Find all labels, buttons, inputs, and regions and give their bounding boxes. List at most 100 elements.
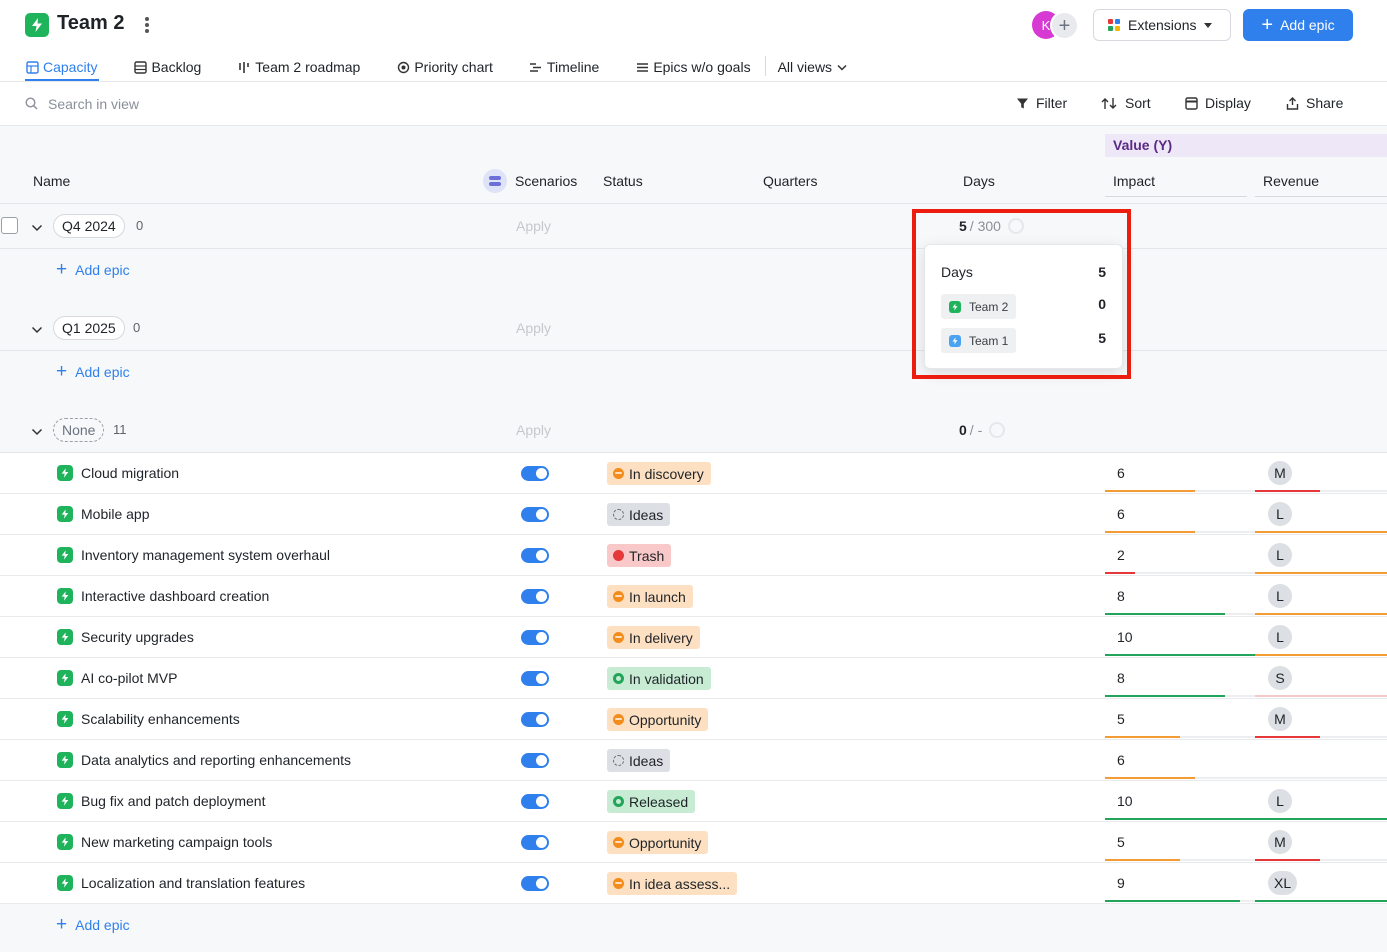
table-row[interactable]: Mobile app Ideas 6 L bbox=[0, 494, 1387, 535]
status-badge[interactable]: In validation bbox=[607, 667, 711, 690]
epic-name[interactable]: Bug fix and patch deployment bbox=[81, 793, 265, 809]
revenue-chip[interactable]: M bbox=[1268, 461, 1292, 485]
tab-priority-chart[interactable]: Priority chart bbox=[396, 56, 493, 78]
epic-name[interactable]: Security upgrades bbox=[81, 629, 194, 645]
tab-team-2-roadmap[interactable]: Team 2 roadmap bbox=[237, 56, 360, 78]
table-row[interactable]: Inventory management system overhaul Tras… bbox=[0, 535, 1387, 576]
status-badge[interactable]: Opportunity bbox=[607, 708, 709, 731]
status-badge[interactable]: In delivery bbox=[607, 626, 700, 649]
epic-name[interactable]: New marketing campaign tools bbox=[81, 834, 272, 850]
scenario-toggle[interactable] bbox=[521, 507, 549, 522]
impact-value[interactable]: 9 bbox=[1117, 875, 1125, 891]
scenario-toggle[interactable] bbox=[521, 753, 549, 768]
impact-value[interactable]: 6 bbox=[1117, 465, 1125, 481]
impact-value[interactable]: 5 bbox=[1117, 711, 1125, 727]
impact-value[interactable]: 6 bbox=[1117, 506, 1125, 522]
days-capacity[interactable]: 0 / - bbox=[959, 422, 1006, 438]
revenue-chip[interactable]: L bbox=[1268, 789, 1292, 813]
apply-button[interactable]: Apply bbox=[516, 218, 551, 234]
all-views-dropdown[interactable]: All views bbox=[778, 56, 853, 78]
table-row[interactable]: Cloud migration In discovery 6 M bbox=[0, 453, 1387, 494]
epic-name[interactable]: Data analytics and reporting enhancement… bbox=[81, 752, 351, 768]
search-input[interactable] bbox=[48, 94, 348, 114]
apply-button[interactable]: Apply bbox=[516, 422, 551, 438]
epic-name[interactable]: Scalability enhancements bbox=[81, 711, 240, 727]
epic-name[interactable]: Mobile app bbox=[81, 506, 150, 522]
add-epic-link[interactable]: + Add epic bbox=[56, 362, 130, 381]
revenue-chip[interactable]: M bbox=[1268, 707, 1292, 731]
status-badge[interactable]: Ideas bbox=[607, 503, 671, 526]
group-pill[interactable]: Q4 2024 bbox=[53, 214, 125, 238]
revenue-chip[interactable]: S bbox=[1268, 666, 1292, 690]
status-badge[interactable]: Ideas bbox=[607, 749, 671, 772]
scenario-toggle[interactable] bbox=[521, 630, 549, 645]
table-row[interactable]: Data analytics and reporting enhancement… bbox=[0, 740, 1387, 781]
epic-name[interactable]: AI co-pilot MVP bbox=[81, 670, 177, 686]
chevron-down-icon[interactable] bbox=[31, 219, 43, 235]
more-options-icon[interactable] bbox=[140, 14, 154, 36]
revenue-chip[interactable]: XL bbox=[1268, 871, 1298, 895]
impact-value[interactable]: 8 bbox=[1117, 670, 1125, 686]
column-name[interactable]: Name bbox=[33, 173, 70, 189]
revenue-chip[interactable]: L bbox=[1268, 502, 1292, 526]
tab-epics-wo-goals[interactable]: Epics w/o goals bbox=[635, 56, 751, 78]
table-row[interactable]: Security upgrades In delivery 10 L bbox=[0, 617, 1387, 658]
status-badge[interactable]: In launch bbox=[607, 585, 693, 608]
scenario-toggle[interactable] bbox=[521, 589, 549, 604]
scenario-toggle[interactable] bbox=[521, 466, 549, 481]
extensions-button[interactable]: Extensions bbox=[1093, 9, 1231, 41]
scenario-toggle[interactable] bbox=[521, 794, 549, 809]
revenue-chip[interactable]: L bbox=[1268, 584, 1292, 608]
scenario-toggle[interactable] bbox=[521, 712, 549, 727]
impact-value[interactable]: 10 bbox=[1117, 629, 1133, 645]
revenue-chip[interactable]: M bbox=[1268, 830, 1292, 854]
scenario-toggle[interactable] bbox=[521, 548, 549, 563]
epic-name[interactable]: Interactive dashboard creation bbox=[81, 588, 269, 604]
add-member-icon[interactable]: + bbox=[1050, 11, 1079, 40]
add-epic-link[interactable]: + Add epic bbox=[56, 260, 130, 279]
revenue-chip[interactable]: L bbox=[1268, 625, 1292, 649]
impact-value[interactable]: 6 bbox=[1117, 752, 1125, 768]
column-days[interactable]: Days bbox=[963, 173, 995, 189]
column-scenarios[interactable]: Scenarios bbox=[515, 173, 577, 189]
table-row[interactable]: New marketing campaign tools Opportunity 5… bbox=[0, 822, 1387, 863]
group-pill[interactable]: Q1 2025 bbox=[53, 316, 125, 340]
status-badge[interactable]: Released bbox=[607, 790, 696, 813]
tab-backlog[interactable]: Backlog bbox=[133, 56, 201, 78]
scenario-toggle[interactable] bbox=[521, 835, 549, 850]
add-epic-link[interactable]: + Add epic bbox=[56, 915, 130, 934]
group-pill[interactable]: None bbox=[53, 418, 105, 442]
scenario-toggle[interactable] bbox=[521, 671, 549, 686]
impact-value[interactable]: 8 bbox=[1117, 588, 1125, 604]
table-row[interactable]: Scalability enhancements Opportunity 5 M bbox=[0, 699, 1387, 740]
scenario-toggle[interactable] bbox=[521, 876, 549, 891]
column-impact[interactable]: Impact bbox=[1113, 173, 1155, 189]
status-badge[interactable]: In discovery bbox=[607, 462, 711, 485]
epic-name[interactable]: Localization and translation features bbox=[81, 875, 305, 891]
revenue-chip[interactable]: L bbox=[1268, 543, 1292, 567]
apply-button[interactable]: Apply bbox=[516, 320, 551, 336]
chevron-down-icon[interactable] bbox=[31, 423, 43, 439]
sort-button[interactable]: Sort bbox=[1101, 95, 1151, 111]
tab-capacity[interactable]: Capacity bbox=[25, 56, 97, 78]
impact-value[interactable]: 10 bbox=[1117, 793, 1133, 809]
column-status[interactable]: Status bbox=[603, 173, 643, 189]
column-quarters[interactable]: Quarters bbox=[763, 173, 817, 189]
epic-name[interactable]: Cloud migration bbox=[81, 465, 179, 481]
impact-value[interactable]: 2 bbox=[1117, 547, 1125, 563]
table-row[interactable]: Interactive dashboard creation In launch 8… bbox=[0, 576, 1387, 617]
epic-name[interactable]: Inventory management system overhaul bbox=[81, 547, 330, 563]
tab-timeline[interactable]: Timeline bbox=[529, 56, 599, 78]
display-button[interactable]: Display bbox=[1185, 95, 1251, 111]
impact-value[interactable]: 5 bbox=[1117, 834, 1125, 850]
column-revenue[interactable]: Revenue bbox=[1263, 173, 1319, 189]
add-epic-button[interactable]: + Add epic bbox=[1243, 9, 1353, 41]
chevron-down-icon[interactable] bbox=[31, 321, 43, 337]
filter-button[interactable]: Filter bbox=[1016, 95, 1067, 111]
table-row[interactable]: Localization and translation features In … bbox=[0, 863, 1387, 904]
status-badge[interactable]: In idea assess... bbox=[607, 872, 738, 895]
status-badge[interactable]: Trash bbox=[607, 544, 672, 567]
table-row[interactable]: AI co-pilot MVP In validation 8 S bbox=[0, 658, 1387, 699]
share-button[interactable]: Share bbox=[1286, 95, 1343, 111]
select-checkbox[interactable] bbox=[1, 217, 18, 234]
